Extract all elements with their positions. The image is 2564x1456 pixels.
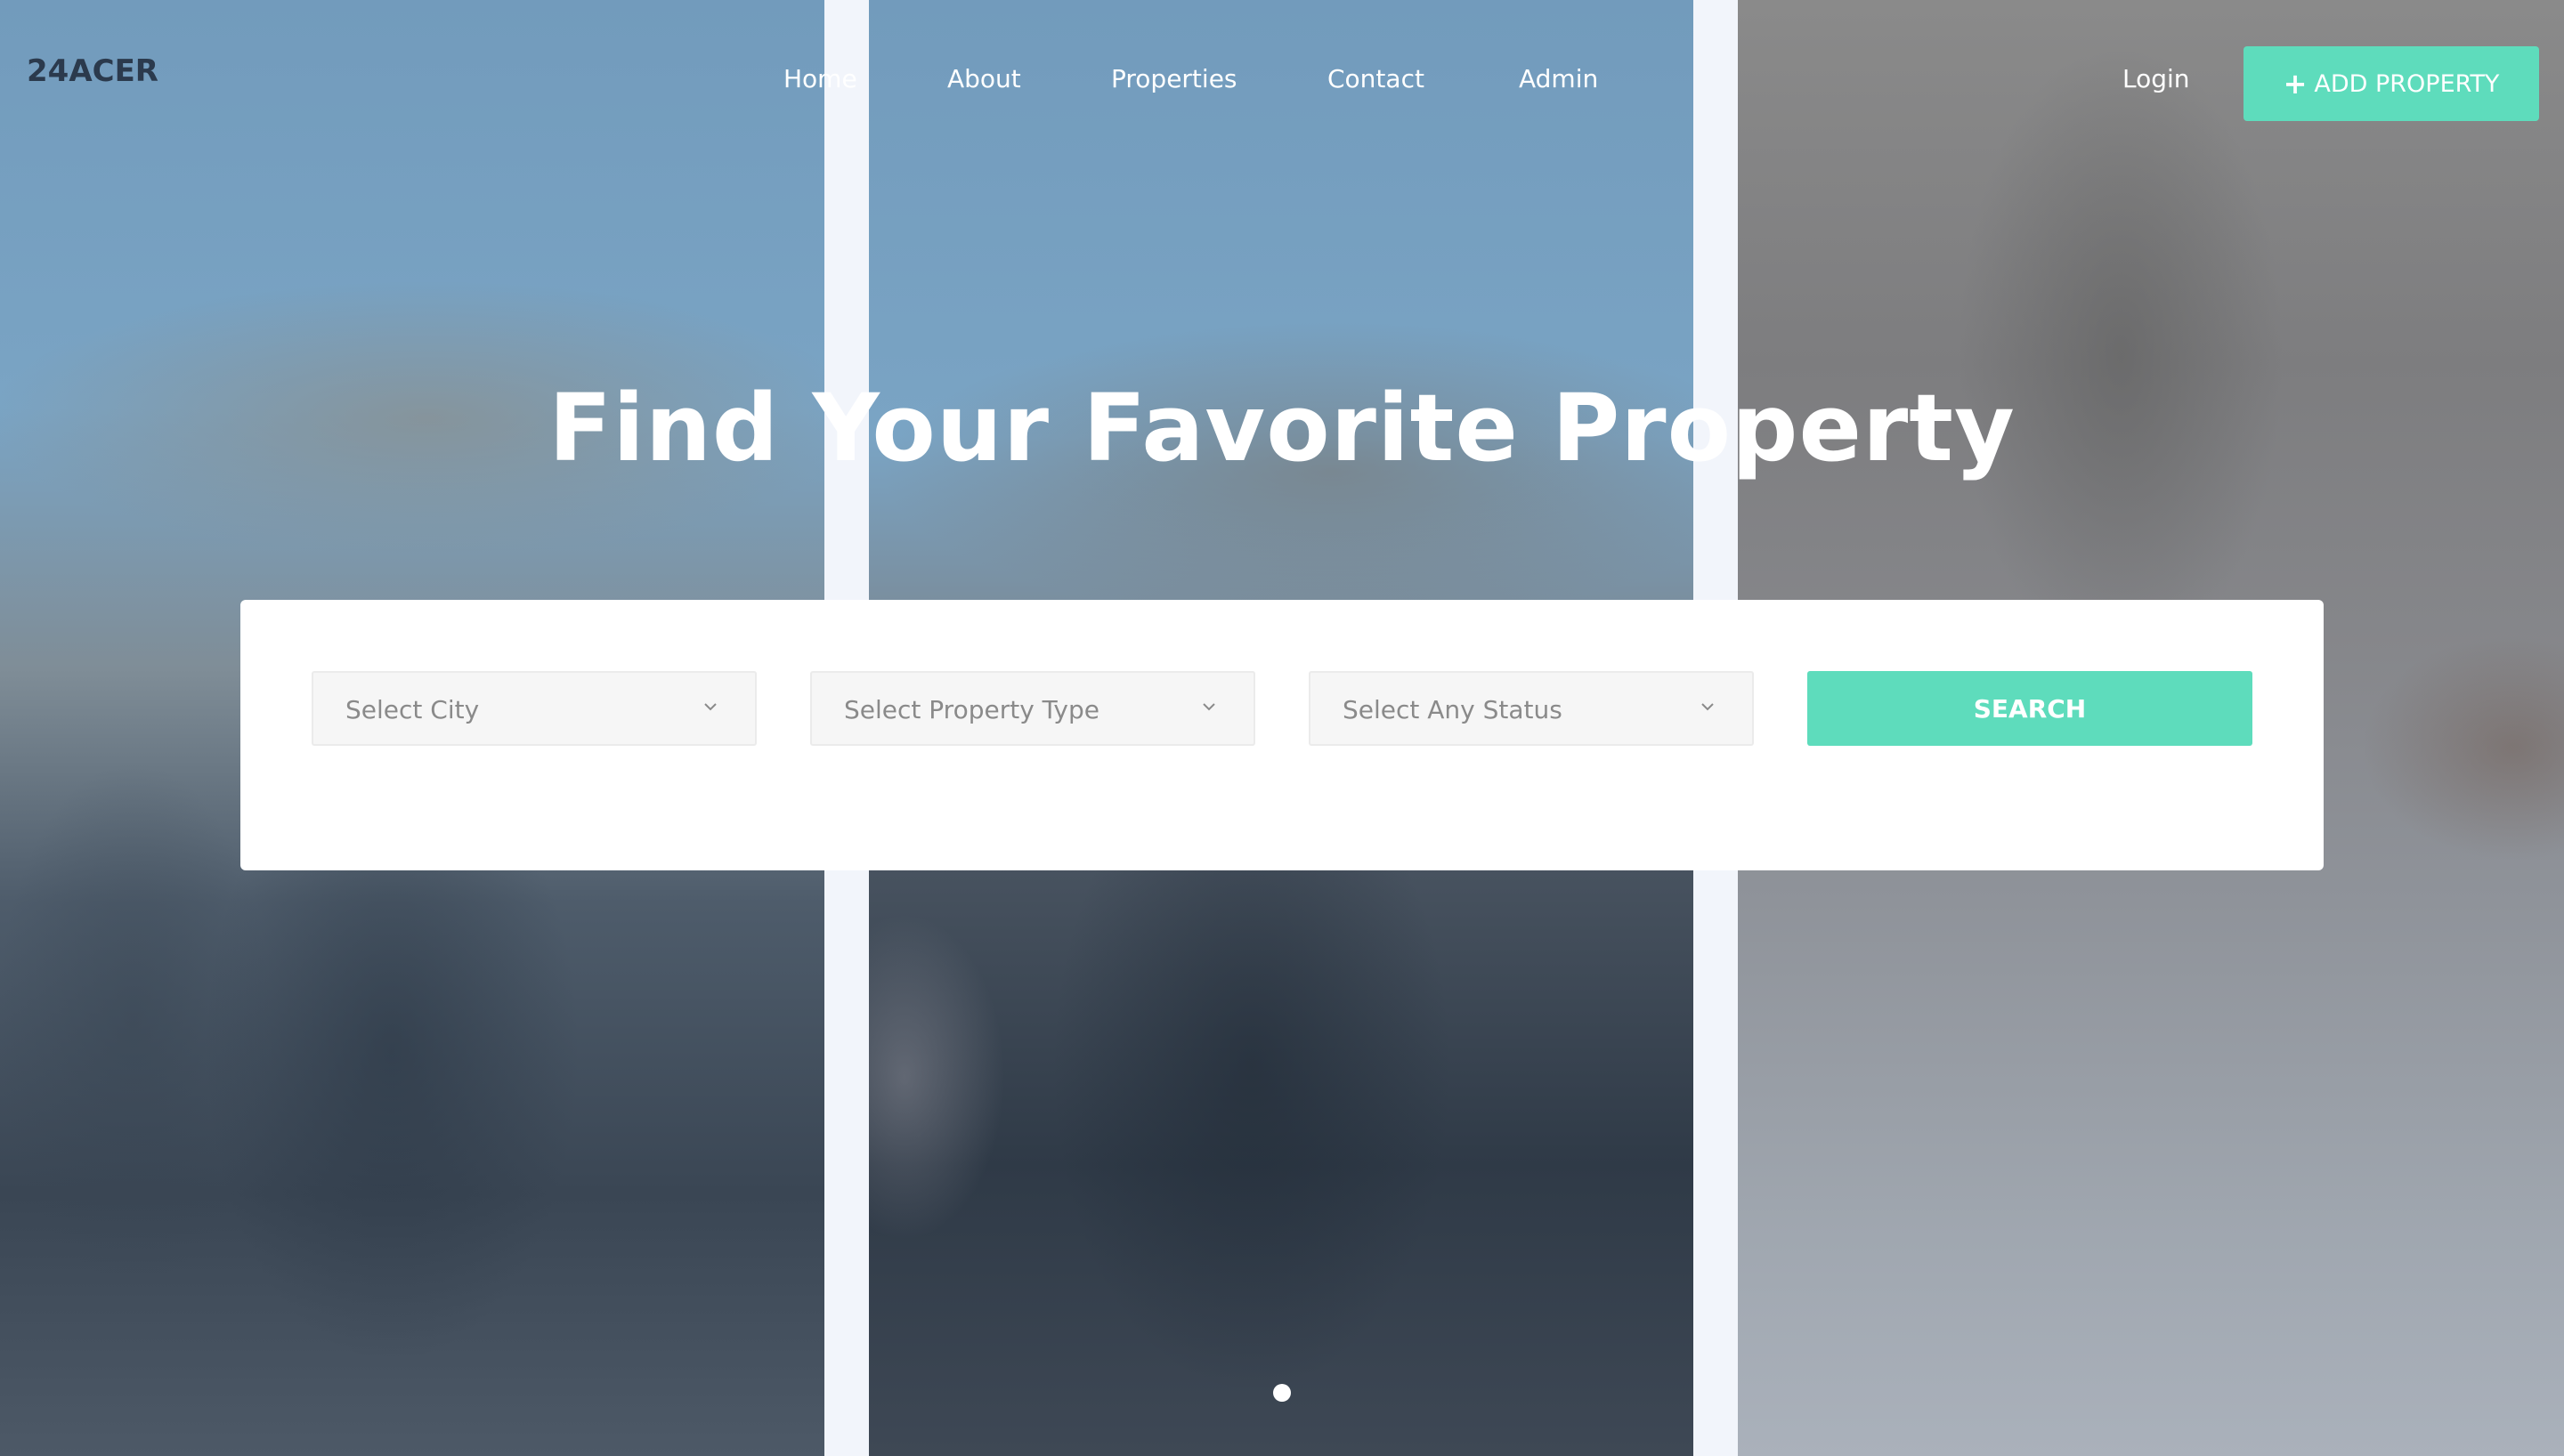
add-property-label: ADD PROPERTY	[2314, 69, 2500, 98]
nav-about-link[interactable]: About	[947, 64, 1021, 93]
nav-home-link[interactable]: Home	[783, 64, 857, 93]
search-button[interactable]: SEARCH	[1807, 671, 2252, 746]
login-link[interactable]: Login	[2122, 64, 2190, 93]
nav-properties-link[interactable]: Properties	[1111, 64, 1237, 93]
property-type-select[interactable]: Select Property Type	[810, 671, 1255, 746]
status-select[interactable]: Select Any Status	[1309, 671, 1754, 746]
chevron-down-icon	[704, 703, 717, 711]
city-select-placeholder: Select City	[345, 695, 480, 724]
nav-contact-link[interactable]: Contact	[1327, 64, 1424, 93]
search-panel: Select City Select Property Type Select …	[240, 600, 2324, 870]
nav-admin-link[interactable]: Admin	[1519, 64, 1598, 93]
status-select-placeholder: Select Any Status	[1343, 695, 1562, 724]
property-type-select-placeholder: Select Property Type	[844, 695, 1099, 724]
add-property-button[interactable]: + ADD PROPERTY	[2244, 46, 2539, 121]
main-nav: Home About Properties Contact Admin Logi…	[0, 64, 2564, 103]
city-select[interactable]: Select City	[312, 671, 757, 746]
plus-icon: +	[2283, 67, 2308, 101]
slider-dot[interactable]	[1273, 1384, 1291, 1402]
chevron-down-icon	[1701, 703, 1714, 711]
hero-title: Find Your Favorite Property	[548, 374, 2016, 482]
chevron-down-icon	[1203, 703, 1215, 711]
